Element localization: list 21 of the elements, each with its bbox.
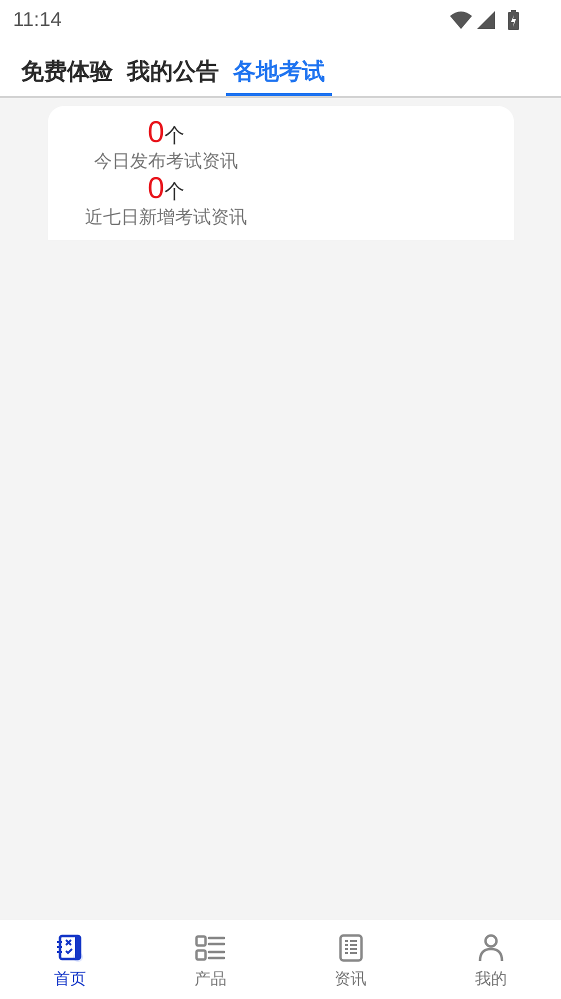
tab[interactable]: 免费体验: [14, 60, 120, 96]
signal-icon: [477, 11, 495, 29]
status-time: 11:14: [13, 8, 62, 33]
battery-icon: [508, 10, 519, 30]
document-icon: [338, 934, 363, 962]
nav-tab[interactable]: 首页: [0, 920, 140, 999]
user-icon: [478, 934, 504, 962]
nav-tab[interactable]: 产品: [140, 920, 280, 999]
stat-count: 0: [148, 118, 164, 148]
stat-count: 0: [148, 174, 164, 204]
list-icon: [195, 935, 226, 961]
stat-label: 近七日新增考试资讯: [85, 206, 247, 229]
nav-tab[interactable]: 我的: [420, 920, 561, 999]
stat-unit: 个: [164, 126, 184, 148]
notebook-icon: [56, 934, 84, 962]
wifi-icon: [450, 11, 472, 29]
stat-label: 今日发布考试资讯: [94, 150, 238, 173]
nav-tab[interactable]: 资讯: [280, 920, 421, 999]
stat-unit: 个: [164, 182, 184, 204]
tab[interactable]: 各地考试: [226, 60, 332, 96]
tab[interactable]: 我的公告: [120, 60, 226, 96]
